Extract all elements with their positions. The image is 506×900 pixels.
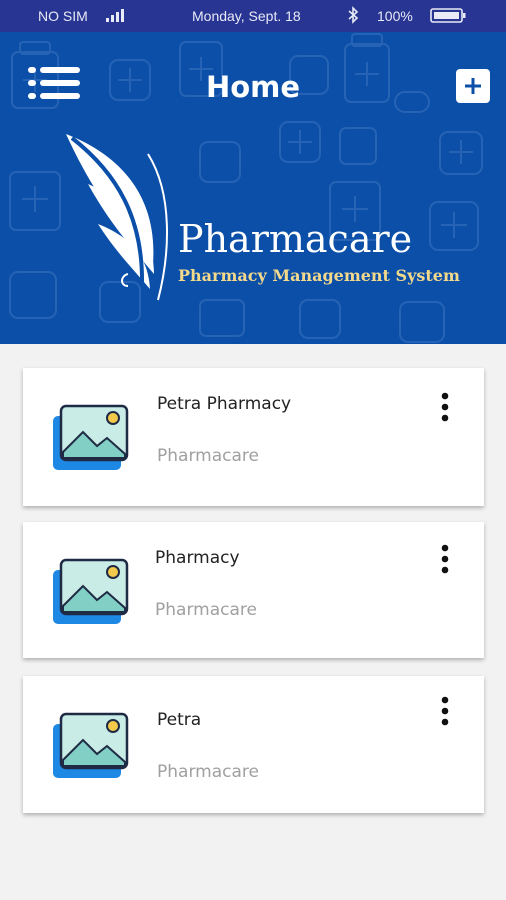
app-header: Home Pharmacare Pharmacy Management Syst…	[0, 32, 506, 344]
brand-name: Pharmacare	[178, 217, 413, 261]
image-placeholder-icon	[53, 558, 129, 624]
image-placeholder-icon	[53, 712, 129, 778]
pharmacy-subtitle: Pharmacare	[155, 600, 257, 620]
image-placeholder-icon	[53, 404, 129, 470]
pharmacy-card[interactable]: Pharmacy Pharmacare	[23, 522, 484, 658]
pharmacy-card[interactable]: Petra Pharmacy Pharmacare	[23, 368, 484, 506]
pharmacy-name: Petra Pharmacy	[157, 394, 292, 414]
pharmacy-name: Petra	[157, 710, 202, 730]
battery-percent: 100%	[377, 8, 413, 24]
status-date: Monday, Sept. 18	[192, 8, 301, 24]
plus-icon	[465, 78, 481, 94]
pharmacy-subtitle: Pharmacare	[157, 446, 259, 466]
pharmacy-subtitle: Pharmacare	[157, 762, 259, 782]
pharmacare-logo-icon	[66, 134, 168, 301]
pharmacy-card[interactable]: Petra Pharmacare	[23, 676, 484, 813]
pharmacy-name: Pharmacy	[155, 548, 240, 568]
more-vertical-icon[interactable]	[435, 392, 455, 424]
more-vertical-icon[interactable]	[435, 544, 455, 576]
signal-icon	[106, 9, 124, 22]
add-button[interactable]	[456, 69, 490, 103]
status-bar: NO SIM Monday, Sept. 18 100%	[0, 0, 506, 32]
page-title: Home	[205, 70, 301, 104]
bluetooth-icon	[348, 6, 359, 24]
carrier-label: NO SIM	[38, 8, 88, 24]
brand-tagline: Pharmacy Management System	[178, 266, 460, 285]
more-vertical-icon[interactable]	[435, 696, 455, 728]
battery-icon	[430, 8, 466, 23]
